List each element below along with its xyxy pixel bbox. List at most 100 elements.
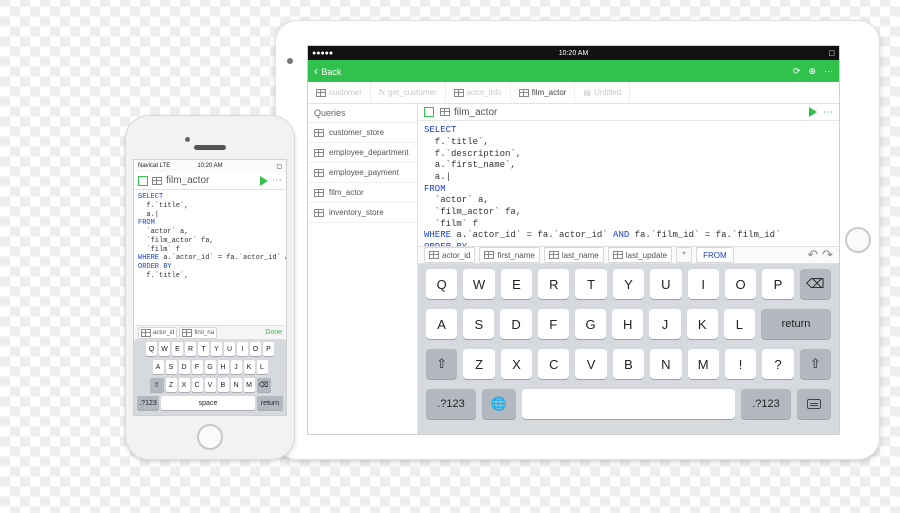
run-button[interactable] xyxy=(809,107,817,117)
key-g[interactable]: G xyxy=(575,309,606,339)
key-h[interactable]: H xyxy=(218,360,229,374)
sql-editor[interactable]: SELECT f.`title`, a.| FROM `actor` a, `f… xyxy=(134,190,286,284)
suggestion-more[interactable]: * xyxy=(676,247,692,263)
key-p[interactable]: P xyxy=(762,269,793,299)
globe-key[interactable]: 🌐 xyxy=(482,389,516,419)
key-w[interactable]: W xyxy=(463,269,494,299)
sidebar-item-inventory-store[interactable]: inventory_store xyxy=(308,203,417,223)
key-z[interactable]: Z xyxy=(463,349,494,379)
hide-keyboard-key[interactable] xyxy=(797,389,831,419)
key-mode[interactable]: .?123 xyxy=(137,396,159,410)
key-g[interactable]: G xyxy=(205,360,216,374)
key-n[interactable]: N xyxy=(231,378,242,392)
key-l[interactable]: L xyxy=(724,309,755,339)
suggestion-keyword-from[interactable]: FROM xyxy=(696,247,734,263)
key-u[interactable]: U xyxy=(650,269,681,299)
suggestion-last-name[interactable]: last_name xyxy=(544,247,604,263)
key-m[interactable]: M xyxy=(688,349,719,379)
home-button[interactable] xyxy=(845,227,871,253)
tab-get-customer[interactable]: fxget_customer xyxy=(371,82,446,103)
key-t[interactable]: T xyxy=(575,269,606,299)
key-b[interactable]: B xyxy=(613,349,644,379)
key-f[interactable]: F xyxy=(192,360,203,374)
key-mode-right[interactable]: .?123 xyxy=(741,389,791,419)
undo-button[interactable]: ↶ xyxy=(807,247,818,263)
key-u[interactable]: U xyxy=(224,342,235,356)
suggestion-last-update[interactable]: last_update xyxy=(608,247,672,263)
key-x[interactable]: X xyxy=(179,378,190,392)
key-b[interactable]: B xyxy=(218,378,229,392)
key-mode[interactable]: .?123 xyxy=(426,389,476,419)
key-a[interactable]: A xyxy=(426,309,457,339)
key-?[interactable]: ? xyxy=(762,349,793,379)
sql-editor[interactable]: SELECT f.`title`, f.`description`, a.`fi… xyxy=(418,121,839,246)
suggestion-actor-id[interactable]: actor_id xyxy=(424,247,475,263)
tab-film-actor[interactable]: film_actor xyxy=(511,82,576,103)
tab-untitled[interactable]: ▤Untitled xyxy=(575,82,630,103)
key-d[interactable]: D xyxy=(179,360,190,374)
key-h[interactable]: H xyxy=(612,309,643,339)
tab-actor-info[interactable]: actor_info xyxy=(446,82,511,103)
key-y[interactable]: Y xyxy=(211,342,222,356)
sync-icon[interactable]: ⟳ xyxy=(793,66,801,77)
more-icon[interactable]: ⋯ xyxy=(824,66,833,77)
shift-key-left[interactable]: ⇧ xyxy=(426,349,457,379)
add-icon[interactable]: ⊕ xyxy=(808,66,816,77)
key-k[interactable]: K xyxy=(244,360,255,374)
key-i[interactable]: I xyxy=(237,342,248,356)
key-f[interactable]: F xyxy=(538,309,569,339)
sidebar-item-employee-payment[interactable]: employee_payment xyxy=(308,163,417,183)
done-button[interactable]: Done xyxy=(265,329,282,336)
key-w[interactable]: W xyxy=(159,342,170,356)
key-v[interactable]: V xyxy=(575,349,606,379)
back-button[interactable]: Back xyxy=(314,64,341,78)
key-r[interactable]: R xyxy=(538,269,569,299)
key-m[interactable]: M xyxy=(244,378,255,392)
key-c[interactable]: C xyxy=(538,349,569,379)
key-s[interactable]: S xyxy=(463,309,494,339)
backspace-key[interactable]: ⌫ xyxy=(800,269,831,299)
key-z[interactable]: Z xyxy=(166,378,177,392)
suggestion-first-name[interactable]: first_name xyxy=(479,247,539,263)
key-r[interactable]: R xyxy=(185,342,196,356)
key-![interactable]: ! xyxy=(725,349,756,379)
key-c[interactable]: C xyxy=(192,378,203,392)
redo-button[interactable]: ↷ xyxy=(822,247,833,263)
key-l[interactable]: L xyxy=(257,360,268,374)
more-icon[interactable]: ⋯ xyxy=(823,107,833,118)
suggestion-first-name[interactable]: first_na xyxy=(179,327,217,339)
sidebar-item-employee-department[interactable]: employee_department xyxy=(308,143,417,163)
key-y[interactable]: Y xyxy=(613,269,644,299)
key-a[interactable]: A xyxy=(153,360,164,374)
key-p[interactable]: P xyxy=(263,342,274,356)
run-button[interactable] xyxy=(260,176,268,186)
space-key[interactable] xyxy=(522,389,735,419)
sidebar-item-film-actor[interactable]: film_actor xyxy=(308,183,417,203)
key-o[interactable]: O xyxy=(250,342,261,356)
key-s[interactable]: S xyxy=(166,360,177,374)
home-button[interactable] xyxy=(197,424,223,450)
key-q[interactable]: Q xyxy=(146,342,157,356)
key-d[interactable]: D xyxy=(500,309,531,339)
more-icon[interactable]: ⋯ xyxy=(272,175,282,186)
suggestion-actor-id[interactable]: actor_id xyxy=(138,327,177,339)
return-key[interactable]: return xyxy=(761,309,831,339)
key-v[interactable]: V xyxy=(205,378,216,392)
key-q[interactable]: Q xyxy=(426,269,457,299)
shift-key-right[interactable]: ⇧ xyxy=(800,349,831,379)
sidebar-item-customer-store[interactable]: customer_store xyxy=(308,123,417,143)
key-n[interactable]: N xyxy=(650,349,681,379)
key-e[interactable]: E xyxy=(172,342,183,356)
key-e[interactable]: E xyxy=(501,269,532,299)
key-t[interactable]: T xyxy=(198,342,209,356)
key-j[interactable]: J xyxy=(231,360,242,374)
return-key[interactable]: return xyxy=(257,396,283,410)
space-key[interactable]: space xyxy=(161,396,255,410)
tab-customer[interactable]: customer xyxy=(308,82,371,103)
key-x[interactable]: X xyxy=(501,349,532,379)
key-j[interactable]: J xyxy=(649,309,680,339)
backspace-key[interactable]: ⌫ xyxy=(257,378,271,392)
key-i[interactable]: I xyxy=(688,269,719,299)
key-o[interactable]: O xyxy=(725,269,756,299)
key-k[interactable]: K xyxy=(687,309,718,339)
